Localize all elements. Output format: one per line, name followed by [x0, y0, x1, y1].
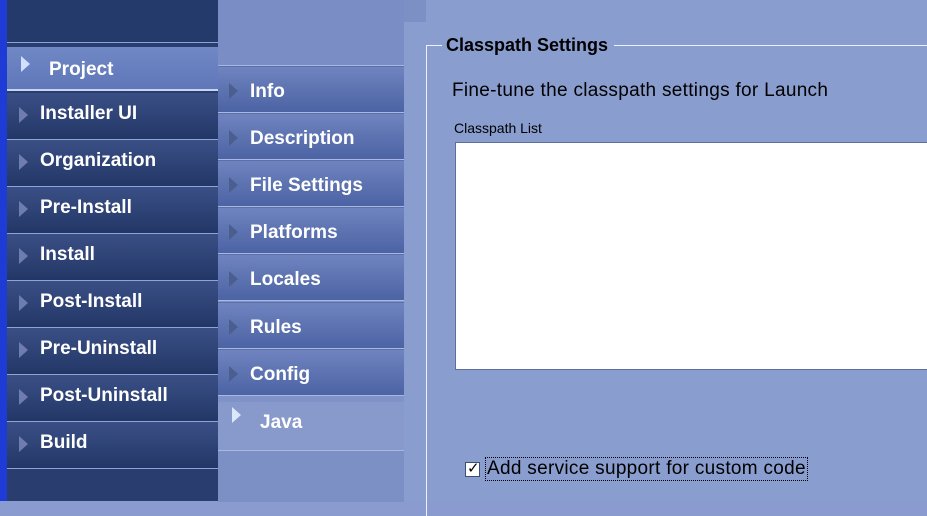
nav-item-install[interactable]: Install: [7, 234, 218, 281]
nav-item-project[interactable]: Project: [7, 47, 218, 91]
triangle-right-icon: [21, 56, 30, 72]
secondary-nav-footer: [218, 450, 404, 502]
tab-platforms[interactable]: Platforms: [218, 207, 404, 254]
tab-label: Platforms: [250, 222, 338, 243]
nav-item-label: Build: [40, 432, 88, 453]
tab-label: File Settings: [250, 175, 363, 196]
service-support-label[interactable]: Add service support for custom code: [485, 457, 808, 481]
checkmark-icon: ✓: [467, 459, 480, 477]
nav-item-label: Pre-Install: [40, 197, 132, 218]
triangle-right-icon: [19, 201, 28, 217]
service-support-checkbox[interactable]: ✓: [465, 459, 480, 477]
nav-item-organization[interactable]: Organization: [7, 140, 218, 187]
secondary-nav-header: [218, 0, 404, 66]
triangle-right-icon: [19, 436, 28, 452]
nav-item-label: Install: [40, 244, 95, 265]
triangle-right-icon: [19, 248, 28, 264]
triangle-right-icon: [19, 154, 28, 170]
nav-item-build[interactable]: Build: [7, 422, 218, 469]
classpath-list[interactable]: [455, 142, 927, 370]
triangle-right-icon: [19, 389, 28, 405]
tab-label: Locales: [250, 269, 321, 290]
group-description: Fine-tune the classpath settings for Lau…: [452, 80, 829, 101]
tab-rules[interactable]: Rules: [218, 302, 404, 349]
nav-item-post-install[interactable]: Post-Install: [7, 281, 218, 328]
triangle-right-icon: [229, 271, 238, 287]
primary-nav-header: [7, 0, 218, 43]
triangle-right-icon: [229, 83, 238, 99]
tab-info[interactable]: Info: [218, 66, 404, 113]
triangle-right-icon: [19, 342, 28, 358]
triangle-right-icon: [19, 107, 28, 123]
classpath-list-label: Classpath List: [454, 120, 542, 136]
secondary-nav: Info Description File Settings Platforms…: [218, 0, 404, 502]
nav-item-label: Pre-Uninstall: [40, 338, 158, 359]
triangle-right-icon: [229, 224, 238, 240]
group-title: Classpath Settings: [442, 35, 615, 56]
triangle-right-icon: [19, 295, 28, 311]
nav-item-post-uninstall[interactable]: Post-Uninstall: [7, 375, 218, 422]
window-edge-accent: [0, 0, 7, 501]
nav-item-label: Post-Uninstall: [40, 385, 168, 406]
tab-java[interactable]: Java: [218, 402, 404, 450]
tab-label: Info: [250, 81, 285, 102]
tab-config[interactable]: Config: [218, 349, 404, 396]
tab-label: Description: [250, 128, 355, 149]
nav-item-label: Project: [49, 59, 114, 80]
triangle-right-icon: [229, 319, 238, 335]
tab-file-settings[interactable]: File Settings: [218, 160, 404, 207]
triangle-right-icon: [229, 130, 238, 146]
primary-nav: Project Installer UI Organization Pre-In…: [7, 0, 218, 501]
triangle-right-icon: [229, 366, 238, 382]
triangle-right-icon: [232, 407, 241, 423]
tab-description[interactable]: Description: [218, 113, 404, 160]
panel-corner: [404, 0, 426, 22]
nav-item-installer-ui[interactable]: Installer UI: [7, 93, 218, 140]
nav-item-label: Installer UI: [40, 103, 138, 124]
nav-item-pre-uninstall[interactable]: Pre-Uninstall: [7, 328, 218, 375]
nav-item-pre-install[interactable]: Pre-Install: [7, 187, 218, 234]
triangle-right-icon: [229, 177, 238, 193]
nav-item-label: Organization: [40, 150, 157, 171]
tab-label: Config: [250, 364, 311, 385]
tab-label: Rules: [250, 317, 302, 338]
tab-locales[interactable]: Locales: [218, 254, 404, 301]
tab-label: Java: [260, 412, 303, 433]
settings-panel: Classpath Settings Fine-tune the classpa…: [404, 0, 927, 516]
nav-item-label: Post-Install: [40, 291, 143, 312]
